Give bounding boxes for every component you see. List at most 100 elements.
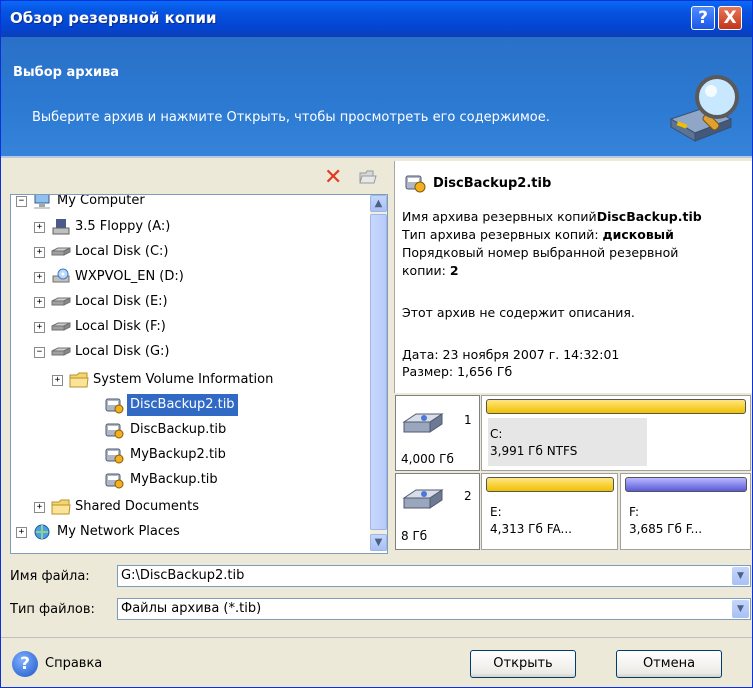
open-button[interactable]: Открыть (470, 650, 576, 678)
disk-layout-panel: 1 4,000 Гб C: 3,991 Гб NTFS 2 8 Гб E: 4,… (394, 393, 752, 553)
collapse-toggle[interactable]: − (16, 196, 27, 207)
tree-item-label: Local Disk (F:) (75, 319, 166, 334)
tree-item-label: My Network Places (57, 524, 180, 539)
partition-detail: 3,685 Гб F... (629, 522, 703, 536)
tree-item-local-disk-f[interactable]: + Local Disk (F:) (11, 316, 367, 338)
partition-bar (486, 477, 614, 492)
archive-size: Размер: 1,656 Гб (402, 364, 513, 379)
archive-info-panel: DiscBackup2.tib Имя архива резервных коп… (394, 161, 752, 393)
title-help-button[interactable]: ? (691, 6, 715, 30)
partition-detail: 4,313 Гб FA... (490, 522, 572, 536)
filename-label: Имя файла: (10, 569, 90, 584)
partition-letter: C: (490, 427, 503, 441)
partition-bar (625, 477, 747, 492)
new-folder-icon[interactable] (359, 170, 377, 184)
cd-drive-icon (52, 268, 70, 283)
disk-1-cell[interactable]: 1 4,000 Гб (395, 395, 480, 471)
collapse-toggle[interactable]: − (34, 347, 45, 358)
sequence-label: копии: (402, 263, 450, 278)
partition-e-cell[interactable]: E: 4,313 Гб FA... (481, 473, 618, 550)
header-separator (1, 156, 752, 158)
expand-toggle[interactable]: + (52, 375, 63, 386)
expand-toggle[interactable]: + (34, 247, 45, 258)
tree-item-local-disk-e[interactable]: + Local Disk (E:) (11, 291, 367, 313)
tree-item-label: System Volume Information (93, 372, 274, 387)
expand-toggle[interactable]: + (34, 297, 45, 308)
tree-item-system-volume-information[interactable]: + System Volume Information (11, 369, 367, 391)
archive-type-label: Тип архива резервных копий: (402, 227, 603, 242)
tree-item-floppy[interactable]: + 3.5 Floppy (A:) (11, 216, 367, 238)
tree-scrollbar[interactable]: ▲ ▼ (370, 195, 387, 551)
sequence-line: копии: 2 (402, 263, 459, 278)
help-link[interactable]: Справка (45, 656, 102, 671)
footer-separator (1, 637, 752, 638)
disk-size: 8 Гб (401, 529, 428, 543)
sequence-label-line1: Порядковый номер выбранной резервной (402, 245, 679, 260)
archive-icon (105, 448, 124, 464)
tree-item-label: Local Disk (E:) (75, 294, 168, 309)
partition-f-cell[interactable]: F: 3,685 Гб F... (620, 473, 751, 550)
tree-item-shared-documents[interactable]: + Shared Documents (11, 496, 367, 518)
archive-type-value: дисковый (602, 227, 674, 242)
partition-c-cell[interactable]: C: 3,991 Гб NTFS (481, 395, 751, 471)
tree-item-local-disk-c[interactable]: + Local Disk (C:) (11, 241, 367, 263)
tree-item-discbackup[interactable]: DiscBackup.tib (11, 419, 367, 441)
archive-name-value: DiscBackup.tib (596, 209, 702, 224)
disk-2-cell[interactable]: 2 8 Гб (395, 473, 480, 550)
folder-icon (69, 372, 89, 388)
scroll-down-button[interactable]: ▼ (370, 534, 387, 551)
expand-toggle[interactable]: + (34, 222, 45, 233)
tree-item-label: My Computer (57, 194, 145, 208)
archive-icon (105, 473, 124, 489)
tree-item-label: 3.5 Floppy (A:) (75, 219, 171, 234)
filename-input[interactable]: G:\DiscBackup2.tib ▼ (117, 565, 751, 587)
filetype-row: Тип файлов: Файлы архива (*.tib) ▼ (1, 597, 752, 623)
window-title: Обзор резервной копии (10, 9, 217, 27)
header-title: Выбор архива (13, 65, 120, 80)
tree-toolbar: ✕ (9, 164, 393, 193)
chevron-down-icon[interactable]: ▼ (732, 600, 749, 618)
partition-usage-bar (488, 418, 647, 466)
tree-item-cd-drive-d[interactable]: + WXPVOL_EN (D:) (11, 266, 367, 288)
sequence-value: 2 (449, 263, 459, 278)
folder-tree[interactable]: − My Computer + 3.5 Floppy (A:) + Local … (10, 194, 388, 554)
backup-browse-dialog: Обзор резервной копии ? X Выбор архива В… (0, 0, 753, 688)
tree-item-label: DiscBackup.tib (130, 422, 227, 437)
tree-item-label: Shared Documents (75, 499, 200, 514)
tree-item-label: MyBackup.tib (130, 472, 218, 487)
archive-name-label: Имя архива резервных копий (402, 209, 597, 224)
scroll-thumb[interactable] (370, 214, 387, 530)
scroll-up-button[interactable]: ▲ (370, 195, 387, 212)
hard-disk-icon (51, 347, 71, 356)
magnifier-drive-icon (669, 75, 739, 142)
hard-disk-icon (402, 489, 444, 509)
chevron-down-icon[interactable]: ▼ (732, 567, 749, 585)
archive-date: Дата: 23 ноября 2007 г. 14:32:01 (402, 347, 620, 362)
tree-item-label: MyBackup2.tib (130, 447, 226, 462)
archive-type-line: Тип архива резервных копий: дисковый (402, 227, 674, 242)
no-description-text: Этот архив не содержит описания. (402, 305, 635, 320)
expand-toggle[interactable]: + (34, 272, 45, 283)
hard-disk-icon (402, 413, 444, 433)
title-bar[interactable]: Обзор резервной копии ? X (1, 1, 752, 37)
cancel-button[interactable]: Отмена (616, 650, 722, 678)
filetype-label: Тип файлов: (10, 602, 95, 617)
close-button[interactable]: X (718, 6, 742, 30)
tree-item-mybackup2[interactable]: MyBackup2.tib (11, 444, 367, 466)
tree-item-mybackup[interactable]: MyBackup.tib (11, 469, 367, 491)
disk-number: 2 (464, 489, 472, 503)
partition-letter: F: (629, 505, 640, 519)
tree-item-my-network-places[interactable]: + My Network Places (11, 521, 367, 543)
tree-item-discbackup2[interactable]: DiscBackup2.tib (11, 394, 367, 416)
network-icon (34, 524, 50, 540)
expand-toggle[interactable]: + (34, 322, 45, 333)
tree-item-my-computer[interactable]: − My Computer (11, 194, 367, 212)
expand-toggle[interactable]: + (16, 527, 27, 538)
filetype-select[interactable]: Файлы архива (*.tib) ▼ (117, 598, 751, 620)
hard-disk-icon (51, 247, 71, 256)
help-icon[interactable]: ? (12, 651, 38, 677)
archive-filename: DiscBackup2.tib (433, 176, 552, 191)
delete-icon[interactable]: ✕ (324, 167, 342, 189)
expand-toggle[interactable]: + (34, 502, 45, 513)
tree-item-local-disk-g[interactable]: − Local Disk (G:) (11, 341, 367, 363)
